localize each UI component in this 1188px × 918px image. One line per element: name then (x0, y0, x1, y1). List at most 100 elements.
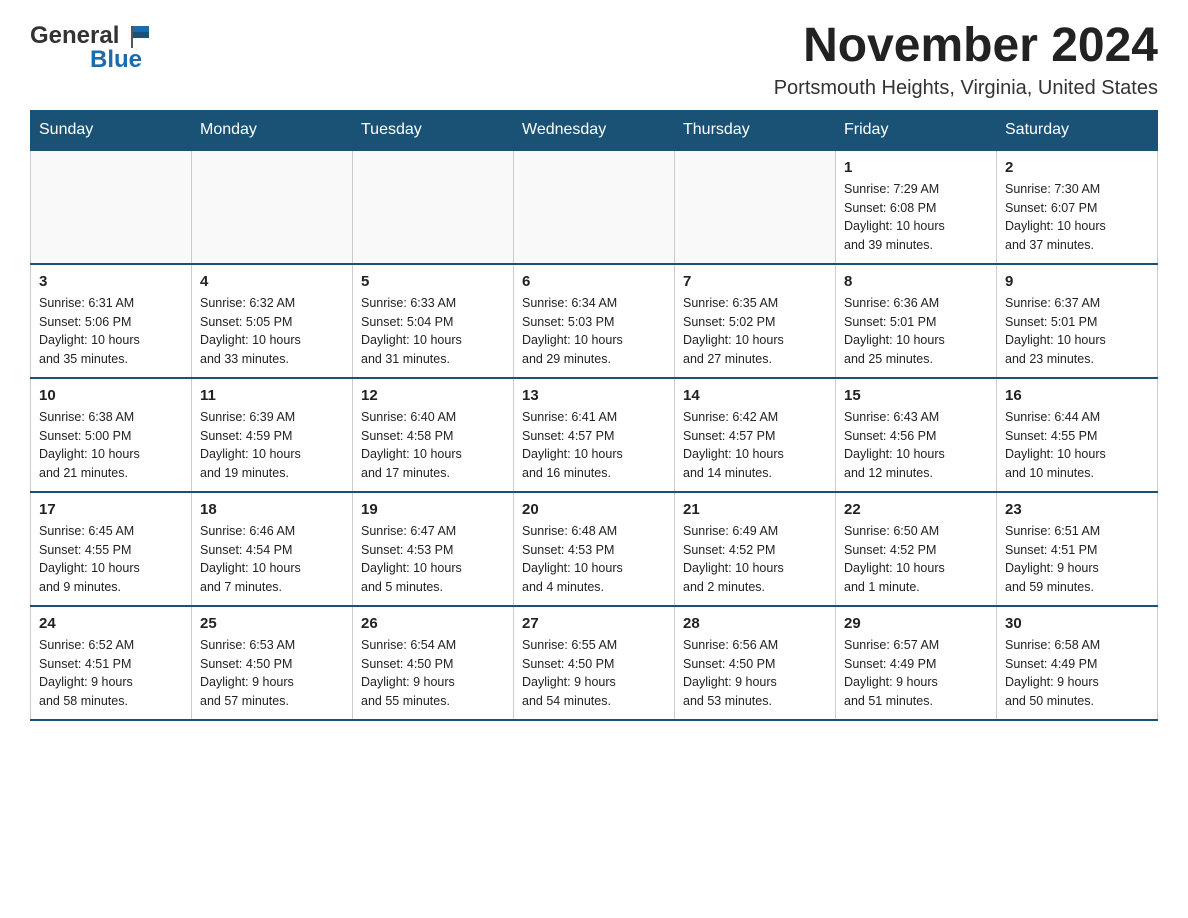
day-info: Sunrise: 6:50 AMSunset: 4:52 PMDaylight:… (844, 522, 988, 597)
calendar-cell: 15 Sunrise: 6:43 AMSunset: 4:56 PMDayligh… (836, 378, 997, 492)
calendar-cell (514, 150, 675, 264)
day-info: Sunrise: 6:37 AMSunset: 5:01 PMDaylight:… (1005, 294, 1149, 369)
logo-blue-text: Blue (90, 46, 142, 73)
calendar-cell: 22 Sunrise: 6:50 AMSunset: 4:52 PMDayligh… (836, 492, 997, 606)
day-info: Sunrise: 6:32 AMSunset: 5:05 PMDaylight:… (200, 294, 344, 369)
day-info: Sunrise: 6:44 AMSunset: 4:55 PMDaylight:… (1005, 408, 1149, 483)
calendar-cell: 19 Sunrise: 6:47 AMSunset: 4:53 PMDayligh… (353, 492, 514, 606)
day-info: Sunrise: 6:55 AMSunset: 4:50 PMDaylight:… (522, 636, 666, 711)
weekday-header-row: Sunday Monday Tuesday Wednesday Thursday… (31, 110, 1158, 150)
calendar-cell: 1Sunrise: 7:29 AMSunset: 6:08 PMDaylight… (836, 150, 997, 264)
day-number: 7 (683, 273, 827, 290)
day-number: 9 (1005, 273, 1149, 290)
day-info: Sunrise: 6:43 AMSunset: 4:56 PMDaylight:… (844, 408, 988, 483)
calendar-cell: 26 Sunrise: 6:54 AMSunset: 4:50 PMDayligh… (353, 606, 514, 720)
calendar-cell (31, 150, 192, 264)
day-info: Sunrise: 6:54 AMSunset: 4:50 PMDaylight:… (361, 636, 505, 711)
day-info: Sunrise: 6:39 AMSunset: 4:59 PMDaylight:… (200, 408, 344, 483)
day-info: Sunrise: 6:47 AMSunset: 4:53 PMDaylight:… (361, 522, 505, 597)
header-friday: Friday (836, 110, 997, 150)
day-number: 17 (39, 501, 183, 518)
day-number: 27 (522, 615, 666, 632)
day-info: Sunrise: 6:33 AMSunset: 5:04 PMDaylight:… (361, 294, 505, 369)
week-row-5: 24 Sunrise: 6:52 AMSunset: 4:51 PMDayligh… (31, 606, 1158, 720)
day-number: 24 (39, 615, 183, 632)
calendar-cell: 13 Sunrise: 6:41 AMSunset: 4:57 PMDayligh… (514, 378, 675, 492)
day-number: 30 (1005, 615, 1149, 632)
logo-blue: Blue (90, 46, 142, 74)
calendar-cell: 2Sunrise: 7:30 AMSunset: 6:07 PMDaylight… (997, 150, 1158, 264)
week-row-4: 17 Sunrise: 6:45 AMSunset: 4:55 PMDayligh… (31, 492, 1158, 606)
day-info: Sunrise: 6:57 AMSunset: 4:49 PMDaylight:… (844, 636, 988, 711)
calendar-cell: 14 Sunrise: 6:42 AMSunset: 4:57 PMDayligh… (675, 378, 836, 492)
calendar-cell: 11Sunrise: 6:39 AMSunset: 4:59 PMDayligh… (192, 378, 353, 492)
calendar-cell: 9 Sunrise: 6:37 AMSunset: 5:01 PMDaylight… (997, 264, 1158, 378)
calendar-cell: 16 Sunrise: 6:44 AMSunset: 4:55 PMDayligh… (997, 378, 1158, 492)
calendar-table: Sunday Monday Tuesday Wednesday Thursday… (30, 110, 1158, 721)
calendar-cell: 17 Sunrise: 6:45 AMSunset: 4:55 PMDayligh… (31, 492, 192, 606)
day-number: 25 (200, 615, 344, 632)
title-block: November 2024 Portsmouth Heights, Virgin… (774, 20, 1158, 100)
location-subtitle: Portsmouth Heights, Virginia, United Sta… (774, 77, 1158, 100)
day-number: 3 (39, 273, 183, 290)
week-row-2: 3 Sunrise: 6:31 AMSunset: 5:06 PMDaylight… (31, 264, 1158, 378)
calendar-cell: 4 Sunrise: 6:32 AMSunset: 5:05 PMDaylight… (192, 264, 353, 378)
day-info: Sunrise: 6:36 AMSunset: 5:01 PMDaylight:… (844, 294, 988, 369)
calendar-cell (675, 150, 836, 264)
week-row-3: 10Sunrise: 6:38 AMSunset: 5:00 PMDayligh… (31, 378, 1158, 492)
day-number: 2 (1005, 159, 1149, 176)
calendar-cell: 20 Sunrise: 6:48 AMSunset: 4:53 PMDayligh… (514, 492, 675, 606)
calendar-cell: 12Sunrise: 6:40 AMSunset: 4:58 PMDayligh… (353, 378, 514, 492)
header-monday: Monday (192, 110, 353, 150)
header-saturday: Saturday (997, 110, 1158, 150)
calendar-cell: 23Sunrise: 6:51 AMSunset: 4:51 PMDayligh… (997, 492, 1158, 606)
day-info: Sunrise: 6:42 AMSunset: 4:57 PMDaylight:… (683, 408, 827, 483)
day-number: 5 (361, 273, 505, 290)
day-number: 14 (683, 387, 827, 404)
day-number: 15 (844, 387, 988, 404)
calendar-cell: 25Sunrise: 6:53 AMSunset: 4:50 PMDayligh… (192, 606, 353, 720)
day-number: 29 (844, 615, 988, 632)
page-header: General Blue November 2024 Portsmouth He… (30, 20, 1158, 100)
header-sunday: Sunday (31, 110, 192, 150)
day-info: Sunrise: 6:46 AMSunset: 4:54 PMDaylight:… (200, 522, 344, 597)
day-number: 16 (1005, 387, 1149, 404)
calendar-cell: 8 Sunrise: 6:36 AMSunset: 5:01 PMDaylight… (836, 264, 997, 378)
day-info: Sunrise: 6:31 AMSunset: 5:06 PMDaylight:… (39, 294, 183, 369)
day-number: 20 (522, 501, 666, 518)
day-number: 26 (361, 615, 505, 632)
week-row-1: 1Sunrise: 7:29 AMSunset: 6:08 PMDaylight… (31, 150, 1158, 264)
month-title: November 2024 (774, 20, 1158, 73)
day-number: 1 (844, 159, 988, 176)
header-wednesday: Wednesday (514, 110, 675, 150)
day-info: Sunrise: 6:35 AMSunset: 5:02 PMDaylight:… (683, 294, 827, 369)
calendar-cell: 5 Sunrise: 6:33 AMSunset: 5:04 PMDaylight… (353, 264, 514, 378)
day-info: Sunrise: 6:41 AMSunset: 4:57 PMDaylight:… (522, 408, 666, 483)
calendar-cell: 6 Sunrise: 6:34 AMSunset: 5:03 PMDaylight… (514, 264, 675, 378)
header-tuesday: Tuesday (353, 110, 514, 150)
calendar-cell: 24 Sunrise: 6:52 AMSunset: 4:51 PMDayligh… (31, 606, 192, 720)
day-number: 22 (844, 501, 988, 518)
calendar-cell (353, 150, 514, 264)
calendar-cell: 18 Sunrise: 6:46 AMSunset: 4:54 PMDayligh… (192, 492, 353, 606)
calendar-cell: 21Sunrise: 6:49 AMSunset: 4:52 PMDayligh… (675, 492, 836, 606)
day-number: 6 (522, 273, 666, 290)
day-number: 4 (200, 273, 344, 290)
day-number: 19 (361, 501, 505, 518)
day-number: 13 (522, 387, 666, 404)
day-info: Sunrise: 6:48 AMSunset: 4:53 PMDaylight:… (522, 522, 666, 597)
day-number: 12 (361, 387, 505, 404)
day-info: Sunrise: 6:45 AMSunset: 4:55 PMDaylight:… (39, 522, 183, 597)
logo: General Blue (30, 20, 153, 74)
calendar-cell: 30 Sunrise: 6:58 AMSunset: 4:49 PMDayligh… (997, 606, 1158, 720)
calendar-cell: 10Sunrise: 6:38 AMSunset: 5:00 PMDayligh… (31, 378, 192, 492)
day-info: Sunrise: 6:52 AMSunset: 4:51 PMDaylight:… (39, 636, 183, 711)
day-info: Sunrise: 6:58 AMSunset: 4:49 PMDaylight:… (1005, 636, 1149, 711)
day-number: 18 (200, 501, 344, 518)
day-number: 28 (683, 615, 827, 632)
calendar-cell: 27 Sunrise: 6:55 AMSunset: 4:50 PMDayligh… (514, 606, 675, 720)
calendar-cell: 7 Sunrise: 6:35 AMSunset: 5:02 PMDaylight… (675, 264, 836, 378)
day-number: 8 (844, 273, 988, 290)
day-info: Sunrise: 6:34 AMSunset: 5:03 PMDaylight:… (522, 294, 666, 369)
day-info: Sunrise: 6:56 AMSunset: 4:50 PMDaylight:… (683, 636, 827, 711)
